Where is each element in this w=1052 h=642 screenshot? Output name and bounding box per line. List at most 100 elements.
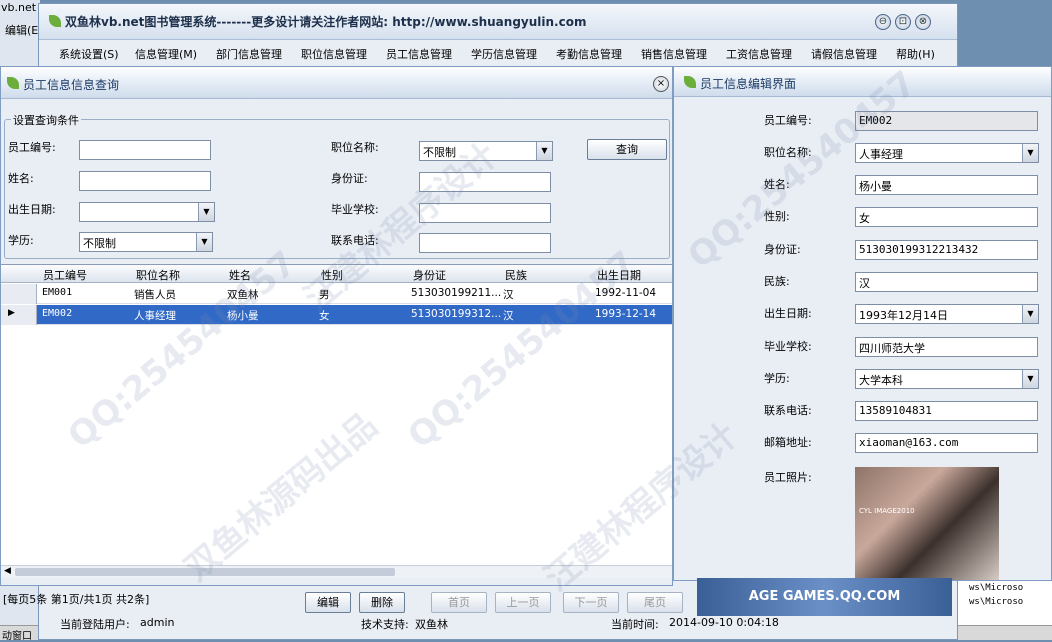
app-leaf-icon bbox=[49, 15, 61, 27]
column-header[interactable]: 员工编号 bbox=[43, 267, 87, 283]
menu-salary[interactable]: 工资信息管理 bbox=[726, 46, 792, 62]
background-menu-edit[interactable]: 编辑(E bbox=[5, 22, 38, 38]
name-input[interactable] bbox=[79, 171, 211, 191]
column-header[interactable]: 性别 bbox=[321, 267, 343, 283]
calendar-dropdown-icon[interactable]: ▼ bbox=[1022, 305, 1038, 323]
game-banner: AGE GAMES.QQ.COM bbox=[697, 578, 952, 616]
menu-system[interactable]: 系统设置(S) bbox=[59, 46, 119, 62]
column-header[interactable]: 出生日期 bbox=[597, 267, 641, 283]
status-support-label: 技术支持: bbox=[361, 618, 409, 631]
id-card-field[interactable]: 513030199312213432 bbox=[855, 240, 1038, 260]
status-user-label: 当前登陆用户: bbox=[60, 618, 130, 631]
employee-photo[interactable]: CYL IMAGE2010 bbox=[855, 467, 999, 580]
email-label: 邮箱地址: bbox=[764, 436, 812, 449]
row-header[interactable]: ▶ bbox=[1, 305, 37, 325]
position-field[interactable]: 人事经理 ▼ bbox=[855, 143, 1039, 163]
phone-label: 联系电话: bbox=[764, 404, 812, 417]
phone-label: 联系电话: bbox=[331, 234, 379, 247]
cell-name: 杨小曼 bbox=[227, 310, 259, 322]
edu-label: 学历: bbox=[8, 234, 34, 247]
education-label: 学历: bbox=[764, 372, 790, 385]
grid-header: 员工编号 职位名称 姓名 性别 身份证 民族 出生日期 bbox=[1, 265, 672, 283]
background-console: ws\Microso ws\Microso bbox=[955, 575, 1052, 625]
cell-ethnicity: 汉 bbox=[503, 310, 514, 322]
column-header[interactable]: 姓名 bbox=[229, 267, 251, 283]
cell-name: 双鱼林 bbox=[227, 289, 259, 301]
birth-date-picker[interactable]: ▼ bbox=[79, 202, 215, 222]
first-page-button[interactable]: 首页 bbox=[431, 592, 487, 613]
birth-date-field[interactable]: 1993年12月14日 ▼ bbox=[855, 304, 1039, 324]
edit-button[interactable]: 编辑 bbox=[305, 592, 351, 613]
email-field[interactable]: xiaoman@163.com bbox=[855, 433, 1038, 453]
prev-page-button[interactable]: 上一页 bbox=[495, 592, 551, 613]
maximize-icon[interactable]: ⊡ bbox=[895, 14, 911, 30]
row-pointer-icon: ▶ bbox=[8, 308, 15, 318]
employee-query-panel: 员工信息信息查询 × 设置查询条件 员工编号: 姓名: 出生日期: ▼ 学历: … bbox=[0, 66, 683, 613]
scrollbar-thumb[interactable] bbox=[15, 568, 395, 576]
menu-position[interactable]: 职位信息管理 bbox=[301, 46, 367, 62]
menu-help[interactable]: 帮助(H) bbox=[896, 46, 935, 62]
phone-input[interactable] bbox=[419, 233, 551, 253]
chevron-down-icon[interactable]: ▼ bbox=[196, 233, 212, 251]
emp-no-label: 员工编号: bbox=[8, 141, 56, 154]
emp-no-field[interactable]: EM002 bbox=[855, 111, 1038, 131]
chevron-down-icon[interactable]: ▼ bbox=[536, 142, 552, 160]
cell-gender: 男 bbox=[319, 289, 330, 301]
school-field[interactable]: 四川师范大学 bbox=[855, 337, 1038, 357]
query-panel-header: 员工信息信息查询 × bbox=[1, 67, 672, 99]
delete-button[interactable]: 删除 bbox=[359, 592, 405, 613]
edu-select[interactable]: 不限制 ▼ bbox=[79, 232, 213, 252]
chevron-down-icon[interactable]: ▼ bbox=[1022, 370, 1038, 388]
menu-education[interactable]: 学历信息管理 bbox=[471, 46, 537, 62]
school-input[interactable] bbox=[419, 203, 551, 223]
cell-gender: 女 bbox=[319, 310, 330, 322]
menu-bar: 系统设置(S) 信息管理(M) 部门信息管理 职位信息管理 员工信息管理 学历信… bbox=[39, 46, 957, 66]
gender-field[interactable]: 女 bbox=[855, 207, 1038, 227]
status-time: 2014-09-10 0:04:18 bbox=[669, 616, 779, 629]
ethnicity-field[interactable]: 汉 bbox=[855, 272, 1038, 292]
cell-birth: 1993-12-14 bbox=[595, 308, 657, 320]
name-label: 姓名: bbox=[764, 178, 790, 191]
column-header[interactable]: 身份证 bbox=[413, 267, 446, 283]
scroll-left-icon[interactable]: ◀ bbox=[4, 566, 11, 576]
next-page-button[interactable]: 下一页 bbox=[563, 592, 619, 613]
table-row-selected[interactable]: ▶ EM002 人事经理 杨小曼 女 513030199312... 汉 199… bbox=[1, 305, 672, 325]
education-field[interactable]: 大学本科 ▼ bbox=[855, 369, 1039, 389]
cell-position: 人事经理 bbox=[134, 310, 176, 322]
close-icon[interactable]: × bbox=[653, 76, 669, 92]
menu-info[interactable]: 信息管理(M) bbox=[135, 46, 197, 62]
emp-no-label: 员工编号: bbox=[764, 114, 812, 127]
close-icon[interactable]: ⊗ bbox=[915, 14, 931, 30]
chevron-down-icon[interactable]: ▼ bbox=[198, 203, 214, 221]
menu-department[interactable]: 部门信息管理 bbox=[216, 46, 282, 62]
last-page-button[interactable]: 尾页 bbox=[627, 592, 683, 613]
birth-label: 出生日期: bbox=[8, 203, 56, 216]
menu-attendance[interactable]: 考勤信息管理 bbox=[556, 46, 622, 62]
title-bar: 双鱼林vb.net图书管理系统-------更多设计请关注作者网站: http:… bbox=[39, 4, 957, 40]
table-row[interactable]: EM001 销售人员 双鱼林 男 513030199211... 汉 1992-… bbox=[1, 284, 672, 304]
emp-no-input[interactable] bbox=[79, 140, 211, 160]
query-panel-title: 员工信息信息查询 bbox=[23, 78, 120, 92]
query-conditions-group: 设置查询条件 员工编号: 姓名: 出生日期: ▼ 学历: 不限制 ▼ 职位名称:… bbox=[4, 112, 670, 259]
menu-leave[interactable]: 请假信息管理 bbox=[811, 46, 877, 62]
minimize-icon[interactable]: ⊖ bbox=[875, 14, 891, 30]
query-button[interactable]: 查询 bbox=[587, 139, 667, 160]
name-field[interactable]: 杨小曼 bbox=[855, 175, 1038, 195]
ethnicity-label: 民族: bbox=[764, 275, 790, 288]
birth-date-label: 出生日期: bbox=[764, 307, 812, 320]
horizontal-scrollbar[interactable]: ◀ bbox=[1, 565, 672, 578]
chevron-down-icon[interactable]: ▼ bbox=[1022, 144, 1038, 162]
column-header[interactable]: 职位名称 bbox=[136, 267, 180, 283]
id-card-label: 身份证: bbox=[764, 243, 801, 256]
menu-employee[interactable]: 员工信息管理 bbox=[386, 46, 452, 62]
menu-sales[interactable]: 销售信息管理 bbox=[641, 46, 707, 62]
photo-label: 员工照片: bbox=[764, 471, 812, 484]
position-label: 职位名称: bbox=[764, 146, 812, 159]
row-header[interactable] bbox=[1, 284, 37, 304]
phone-field[interactable]: 13589104831 bbox=[855, 401, 1038, 421]
position-select[interactable]: 不限制 ▼ bbox=[419, 141, 553, 161]
id-card-input[interactable] bbox=[419, 172, 551, 192]
column-header[interactable]: 民族 bbox=[505, 267, 527, 283]
window-title: 双鱼林vb.net图书管理系统-------更多设计请关注作者网站: http:… bbox=[65, 15, 587, 29]
cell-id-card: 513030199312... bbox=[411, 308, 502, 320]
